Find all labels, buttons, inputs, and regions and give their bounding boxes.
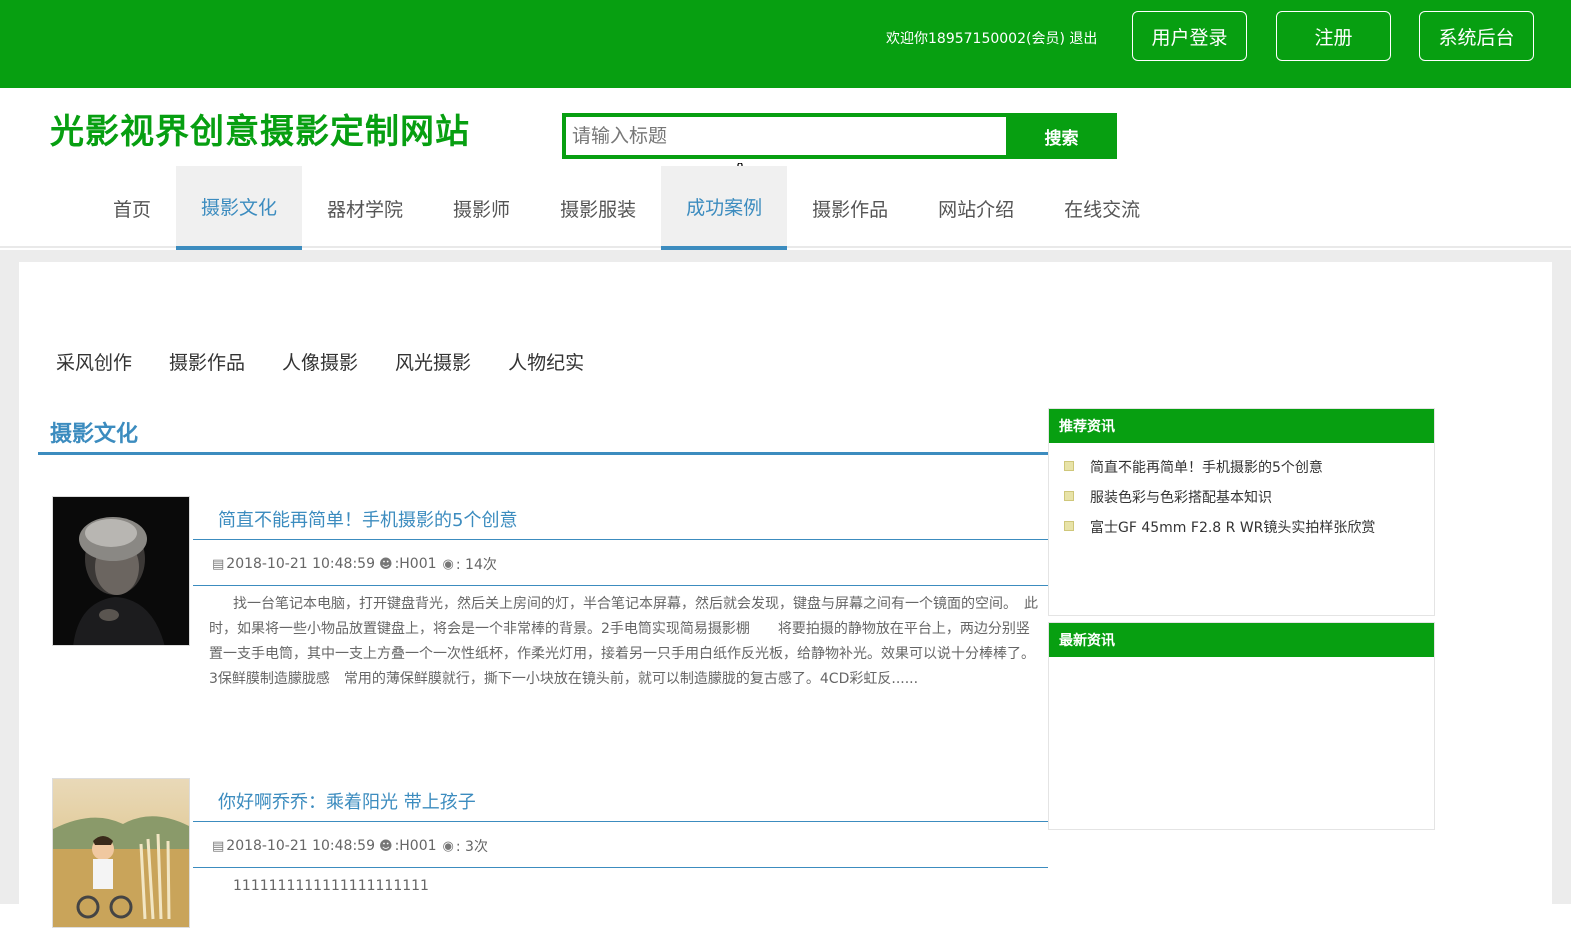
- search-input[interactable]: [566, 117, 1004, 155]
- news-item-label: 富士GF 45mm F2.8 R WR镜头实拍样张欣赏: [1090, 520, 1376, 536]
- admin-backend-button[interactable]: 系统后台: [1419, 11, 1534, 61]
- article-meta: ▤ 2018-10-21 10:48:59 ☻ : H001 ◉ : 14次: [212, 554, 497, 574]
- search-form: 搜索: [562, 113, 1117, 159]
- nav-item-photographers[interactable]: 摄影师: [428, 166, 535, 250]
- user-login-button[interactable]: 用户登录: [1132, 11, 1247, 61]
- subnav-item-documentary[interactable]: 人物纪实: [508, 348, 584, 375]
- recommended-news-item[interactable]: 富士GF 45mm F2.8 R WR镜头实拍样张欣赏: [1064, 517, 1434, 547]
- article-title-divider: [193, 539, 1048, 540]
- article-thumbnail[interactable]: [52, 778, 190, 928]
- calendar-icon: ▤: [212, 556, 225, 572]
- child-sunlight-image: [53, 779, 189, 927]
- calendar-icon: ▤: [212, 838, 225, 854]
- nav-item-online-chat[interactable]: 在线交流: [1039, 166, 1165, 250]
- article-title-divider: [193, 821, 1048, 822]
- subnav-item-field-creation[interactable]: 采风创作: [56, 348, 132, 375]
- article-excerpt: 找一台笔记本电脑，打开键盘背光，然后关上房间的灯，半合笔记本屏幕，然后就会发现，…: [209, 596, 1038, 687]
- subnav-item-landscape[interactable]: 风光摄影: [395, 348, 471, 375]
- top-bar: 欢迎你18957150002(会员) 退出 用户登录 注册 系统后台: [0, 0, 1571, 88]
- news-item-label: 简直不能再简单！手机摄影的5个创意: [1090, 460, 1323, 476]
- user-icon: ☻: [379, 556, 393, 572]
- welcome-message: 欢迎你18957150002(会员) 退出: [886, 28, 1097, 48]
- recommended-news-item[interactable]: 简直不能再简单！手机摄影的5个创意: [1064, 457, 1434, 487]
- news-item-label: 服装色彩与色彩搭配基本知识: [1090, 490, 1272, 506]
- recommended-news-panel: 推荐资讯 简直不能再简单！手机摄影的5个创意 服装色彩与色彩搭配基本知识 富士G…: [1048, 408, 1435, 616]
- site-header: 光影视界创意摄影定制网站 搜索 首页 摄影文化 器材学院 摄影师 摄影服装 成功…: [0, 88, 1571, 250]
- article-date: 2018-10-21 10:48:59: [226, 556, 375, 572]
- subnav-item-portrait[interactable]: 人像摄影: [282, 348, 358, 375]
- nav-item-photo-costumes[interactable]: 摄影服装: [535, 166, 661, 250]
- main-content: 采风创作 摄影作品 人像摄影 风光摄影 人物纪实 摄影文化 简直不能再简单！手机…: [19, 262, 1552, 928]
- bullet-icon: [1064, 491, 1074, 501]
- article-thumbnail[interactable]: [52, 496, 190, 646]
- nav-item-photo-culture[interactable]: 摄影文化: [176, 166, 303, 250]
- article-meta-divider: [193, 867, 1048, 868]
- main-nav: 首页 摄影文化 器材学院 摄影师 摄影服装 成功案例 摄影作品 网站介绍 在线交…: [88, 166, 1165, 250]
- article-author: H001: [399, 838, 437, 854]
- recommended-news-list: 简直不能再简单！手机摄影的5个创意 服装色彩与色彩搭配基本知识 富士GF 45m…: [1049, 443, 1434, 547]
- subnav-item-photo-works[interactable]: 摄影作品: [169, 348, 245, 375]
- section-title: 摄影文化: [50, 422, 139, 447]
- nav-item-photo-works[interactable]: 摄影作品: [787, 166, 913, 250]
- article-meta: ▤ 2018-10-21 10:48:59 ☻ : H001 ◉ : 3次: [212, 836, 488, 856]
- bullet-icon: [1064, 461, 1074, 471]
- nav-item-home[interactable]: 首页: [88, 166, 176, 250]
- recommended-news-item[interactable]: 服装色彩与色彩搭配基本知识: [1064, 487, 1434, 517]
- nav-item-site-intro[interactable]: 网站介绍: [913, 166, 1039, 250]
- welcome-text: 欢迎你18957150002(会员): [886, 31, 1065, 47]
- article-meta-divider: [193, 585, 1048, 586]
- article-views: : 14次: [455, 557, 497, 573]
- eye-icon: ◉: [442, 838, 454, 854]
- article-excerpt: 1111111111111111111111: [233, 878, 429, 894]
- logout-link[interactable]: 退出: [1069, 31, 1097, 47]
- register-button[interactable]: 注册: [1276, 11, 1391, 61]
- latest-news-panel: 最新资讯: [1048, 622, 1435, 830]
- user-icon: ☻: [379, 838, 393, 854]
- nav-item-equipment-academy[interactable]: 器材学院: [302, 166, 428, 250]
- recommended-news-title: 推荐资讯: [1049, 409, 1434, 443]
- article-title[interactable]: 简直不能再简单！手机摄影的5个创意: [218, 506, 517, 532]
- article-author: H001: [399, 556, 437, 572]
- section-divider: [38, 452, 1048, 455]
- bullet-icon: [1064, 521, 1074, 531]
- nav-item-success-cases[interactable]: 成功案例: [661, 166, 788, 250]
- eye-icon: ◉: [442, 556, 454, 572]
- article-title[interactable]: 你好啊乔乔：乘着阳光 带上孩子: [218, 788, 476, 814]
- site-title[interactable]: 光影视界创意摄影定制网站: [50, 104, 470, 153]
- article-views: : 3次: [455, 839, 488, 855]
- search-button[interactable]: 搜索: [1006, 113, 1117, 159]
- article-date: 2018-10-21 10:48:59: [226, 838, 375, 854]
- sub-nav: 采风创作 摄影作品 人像摄影 风光摄影 人物纪实: [56, 348, 621, 375]
- latest-news-title: 最新资讯: [1049, 623, 1434, 657]
- elderly-portrait-image: [53, 497, 189, 645]
